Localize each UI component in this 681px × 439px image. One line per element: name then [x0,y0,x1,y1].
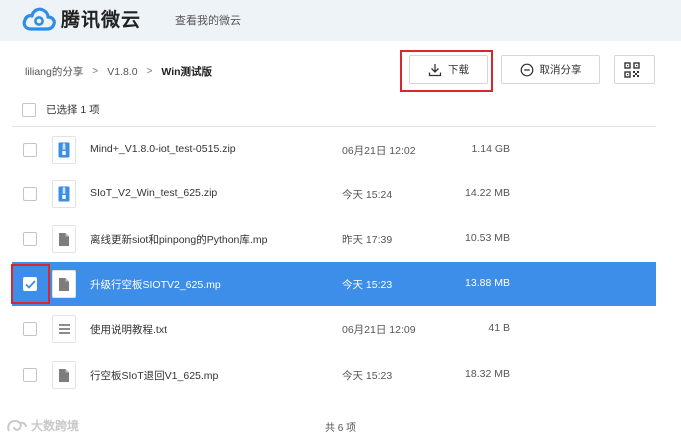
header-subtitle[interactable]: 查看我的微云 [175,12,241,28]
generic-file-icon [52,225,76,253]
file-row[interactable]: 离线更新siot和pinpong的Python库.mp 昨天 17:39 10.… [12,217,656,261]
breadcrumb-item-version[interactable]: V1.8.0 [107,66,137,78]
file-size: 14.22 MB [465,187,510,199]
breadcrumb: liliang的分享 > V1.8.0 > Win测试版 [25,64,212,79]
file-row[interactable]: 行空板SIoT退回V1_625.mp 今天 15:23 18.32 MB [12,353,656,397]
file-size: 13.88 MB [465,277,510,289]
chevron-right-icon: > [146,66,153,77]
cloud-logo-icon [22,7,56,31]
minus-circle-icon [520,63,533,76]
file-row[interactable]: Mind+_V1.8.0-iot_test-0515.zip 06月21日 12… [12,128,656,172]
file-name[interactable]: Mind+_V1.8.0-iot_test-0515.zip [90,143,236,155]
file-date: 06月21日 12:09 [342,324,416,336]
selection-bar: 已选择 1 项 [22,102,100,117]
file-name[interactable]: 行空板SIoT退回V1_625.mp [90,368,218,383]
logo-text: 腾讯微云 [61,9,142,31]
list-divider [12,126,656,127]
file-date: 06月21日 12:02 [342,145,416,157]
breadcrumb-item-current: Win测试版 [161,66,213,78]
row-checkbox[interactable] [23,187,37,201]
download-button[interactable]: 下载 [409,55,488,84]
file-name[interactable]: 升级行空板SIOTV2_625.mp [90,277,221,292]
watermark-text: 大数跨境 [31,419,80,433]
qr-code-button[interactable] [614,55,655,84]
file-size: 1.14 GB [471,143,510,155]
breadcrumb-item-share[interactable]: liliang的分享 [25,64,83,79]
watermark: 大数跨境 [6,417,79,434]
text-file-icon [52,315,76,343]
file-row[interactable]: SIoT_V2_Win_test_625.zip 今天 15:24 14.22 … [12,172,656,216]
file-date: 昨天 17:39 [342,234,393,246]
row-checkbox[interactable] [23,232,37,246]
checkmark-icon [24,279,36,289]
file-size: 41 B [488,322,510,334]
file-size: 10.53 MB [465,232,510,244]
row-checkbox[interactable] [23,322,37,336]
selection-count-label: 已选择 1 项 [46,104,100,116]
weiyun-logo[interactable]: 腾讯微云 [22,5,141,32]
row-checkbox[interactable] [23,143,37,157]
download-label: 下载 [448,64,469,76]
file-name[interactable]: SIoT_V2_Win_test_625.zip [90,187,217,199]
select-all-checkbox[interactable] [22,102,36,117]
file-row[interactable]: 使用说明教程.txt 06月21日 12:09 41 B [12,307,656,351]
file-count-footer: 共 6 项 [324,423,357,434]
watermark-logo-icon [7,419,27,431]
file-date: 今天 15:23 [342,279,393,291]
file-date: 今天 15:24 [342,189,393,201]
qr-code-icon [623,61,640,78]
row-checkbox-checked[interactable] [23,277,37,291]
generic-file-icon [52,361,76,389]
top-header: 腾讯微云 查看我的微云 [0,0,681,41]
download-icon [428,63,442,76]
file-row-selected[interactable]: 升级行空板SIOTV2_625.mp 今天 15:23 13.88 MB [12,262,656,306]
row-checkbox[interactable] [23,368,37,382]
cancel-share-button[interactable]: 取消分享 [501,55,600,84]
file-name[interactable]: 离线更新siot和pinpong的Python库.mp [90,232,267,247]
generic-file-icon [52,270,76,298]
zip-file-icon [52,180,76,208]
file-date: 今天 15:23 [342,370,393,382]
zip-file-icon [52,136,76,164]
file-name[interactable]: 使用说明教程.txt [90,322,167,337]
file-size: 18.32 MB [465,368,510,380]
cancel-share-label: 取消分享 [539,64,582,76]
chevron-right-icon: > [92,66,99,77]
